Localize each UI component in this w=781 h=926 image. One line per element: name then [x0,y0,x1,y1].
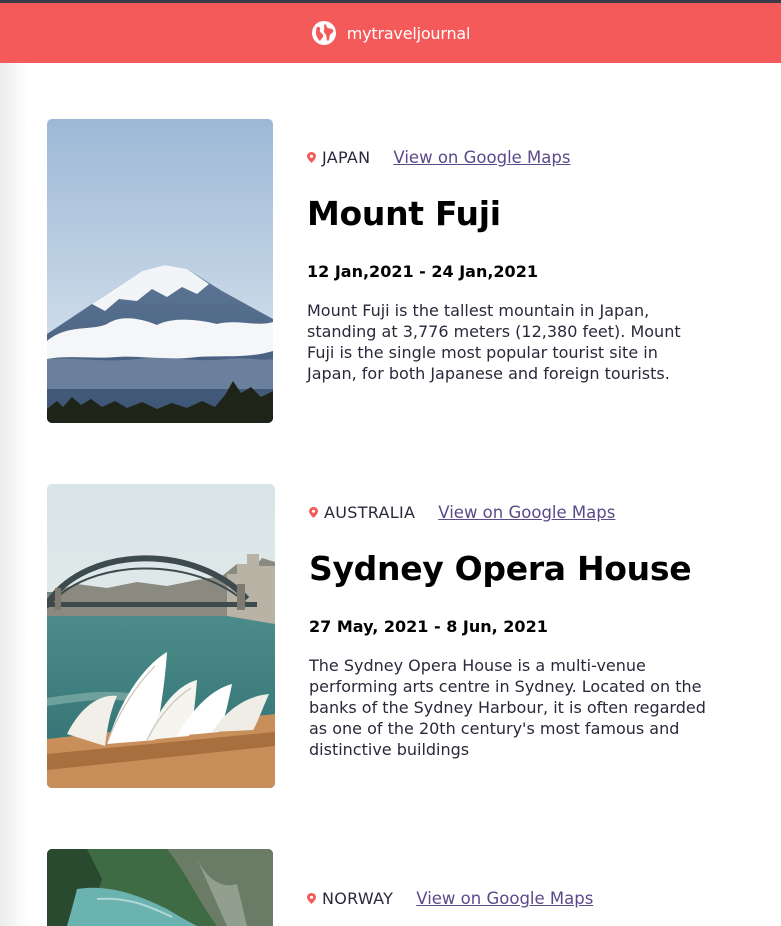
country-label: AUSTRALIA [324,503,416,522]
location-row: AUSTRALIA View on Google Maps [309,503,615,522]
google-maps-link[interactable]: View on Google Maps [438,503,615,522]
entry-photo-sydney-opera-house [47,484,275,788]
page-left-shadow [0,63,28,926]
entry-description: The Sydney Opera House is a multi-venue … [309,656,706,759]
entry-photo-norway [47,849,273,926]
entry-dates: 12 Jan,2021 - 24 Jan,2021 [307,262,538,281]
location-pin-icon [307,152,316,163]
location-pin-icon [309,507,318,518]
entry-photo-mount-fuji [47,119,273,423]
globe-icon [311,21,336,45]
entry-title: Mount Fuji [307,194,501,233]
brand-name: mytraveljournal [346,23,471,43]
location-pin-icon [307,893,316,904]
entry-title: Sydney Opera House [309,549,692,588]
entry-dates: 27 May, 2021 - 8 Jun, 2021 [309,617,548,636]
google-maps-link[interactable]: View on Google Maps [393,148,570,167]
app-header: mytraveljournal [0,3,781,63]
country-label: JAPAN [322,148,371,167]
country-label: NORWAY [322,889,394,908]
entry-description: Mount Fuji is the tallest mountain in Ja… [307,301,681,383]
location-row: NORWAY View on Google Maps [307,889,593,908]
location-row: JAPAN View on Google Maps [307,148,570,167]
google-maps-link[interactable]: View on Google Maps [416,889,593,908]
